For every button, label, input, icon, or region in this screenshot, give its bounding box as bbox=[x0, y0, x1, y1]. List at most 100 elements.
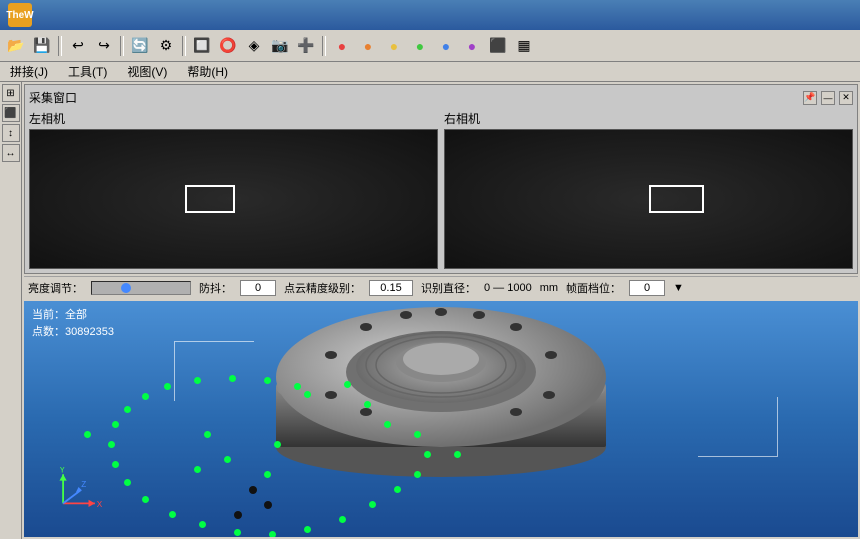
menubar: 拼接(J) 工具(T) 视图(V) 帮助(H) bbox=[0, 62, 860, 82]
marker-14 bbox=[199, 521, 206, 528]
svg-text:Y: Y bbox=[59, 467, 65, 474]
left-camera-selection-rect bbox=[185, 185, 235, 213]
app-logo: TheW bbox=[8, 3, 32, 27]
menu-help[interactable]: 帮助(H) bbox=[181, 62, 234, 81]
marker-7 bbox=[414, 471, 421, 478]
toolbar-box-btn[interactable]: 🔲 bbox=[190, 34, 214, 58]
toolbar-open-btn[interactable]: 📂 bbox=[4, 34, 28, 58]
panel-pin-btn[interactable]: 📌 bbox=[803, 91, 817, 105]
marker-31 bbox=[194, 466, 201, 473]
right-camera-selection-rect bbox=[649, 185, 704, 213]
marker-17 bbox=[124, 479, 131, 486]
toolbar-sep2 bbox=[120, 36, 124, 56]
marker-30 bbox=[224, 456, 231, 463]
panel-close-btn[interactable]: ✕ bbox=[839, 91, 853, 105]
marker-25 bbox=[229, 375, 236, 382]
menu-view[interactable]: 视图(V) bbox=[121, 62, 173, 81]
toolbar-circle-btn[interactable]: ⭕ bbox=[216, 34, 240, 58]
menu-tools[interactable]: 工具(T) bbox=[62, 62, 113, 81]
camera-panel-header: 采集窗口 📌 — ✕ bbox=[29, 89, 853, 106]
marker-20 bbox=[112, 421, 119, 428]
marker-5 bbox=[414, 431, 421, 438]
brightness-label: 亮度调节： bbox=[28, 280, 83, 296]
point-count: 点数：30892353 bbox=[32, 324, 114, 341]
title-bar: TheW bbox=[0, 0, 860, 30]
toolbar-solid-btn[interactable]: ⬛ bbox=[486, 34, 510, 58]
frame-input[interactable] bbox=[629, 280, 665, 296]
frame-guide-bottomright bbox=[698, 397, 778, 457]
left-camera-label: 左相机 bbox=[29, 110, 438, 127]
diameter-unit: mm bbox=[540, 282, 558, 294]
toolbar-refresh-btn[interactable]: 🔄 bbox=[128, 34, 152, 58]
toolbar-p5-btn[interactable]: ● bbox=[434, 34, 458, 58]
marker-16 bbox=[142, 496, 149, 503]
marker-12 bbox=[269, 531, 276, 537]
left-camera-image bbox=[29, 129, 438, 269]
toolbar-camera-btn[interactable]: 📷 bbox=[268, 34, 292, 58]
sidebar-btn4[interactable]: ↔ bbox=[2, 144, 20, 162]
marker-24 bbox=[194, 377, 201, 384]
frame-label: 帧面档位： bbox=[566, 280, 621, 296]
toolbar-add-btn[interactable]: ➕ bbox=[294, 34, 318, 58]
camera-panel-title: 采集窗口 bbox=[29, 89, 77, 106]
marker-18 bbox=[112, 461, 119, 468]
camera-panel: 采集窗口 📌 — ✕ 左相机 bbox=[24, 84, 858, 274]
antishake-input[interactable] bbox=[240, 280, 276, 296]
right-camera-image bbox=[444, 129, 853, 269]
toolbar-p6-btn[interactable]: ● bbox=[460, 34, 484, 58]
toolbar-sep1 bbox=[58, 36, 62, 56]
frame-dropdown-icon[interactable]: ▼ bbox=[673, 282, 684, 294]
toolbar-p4-btn[interactable]: ● bbox=[408, 34, 432, 58]
toolbar-p1-btn[interactable]: ● bbox=[330, 34, 354, 58]
marker-11 bbox=[304, 526, 311, 533]
marker-13 bbox=[234, 529, 241, 536]
marker-9 bbox=[369, 501, 376, 508]
marker-1 bbox=[344, 381, 351, 388]
sidebar-btn1[interactable]: ⊞ bbox=[2, 84, 20, 102]
toolbar-p2-btn[interactable]: ● bbox=[356, 34, 380, 58]
marker-2 bbox=[304, 391, 311, 398]
viewport-info: 当前：全部 点数：30892353 bbox=[32, 307, 114, 340]
toolbar-diamond-btn[interactable]: ◈ bbox=[242, 34, 266, 58]
toolbar-sep3 bbox=[182, 36, 186, 56]
marker-32 bbox=[264, 471, 271, 478]
marker-26 bbox=[264, 377, 271, 384]
antishake-label: 防抖： bbox=[199, 280, 232, 296]
toolbar-extra-btn[interactable]: ▦ bbox=[512, 34, 536, 58]
marker-8 bbox=[394, 486, 401, 493]
marker-21 bbox=[124, 406, 131, 413]
marker-10 bbox=[339, 516, 346, 523]
marker-15 bbox=[169, 511, 176, 518]
panel-minimize-btn[interactable]: — bbox=[821, 91, 835, 105]
cameras-row: 左相机 bbox=[29, 110, 853, 269]
marker-29 bbox=[274, 441, 281, 448]
marker-4 bbox=[384, 421, 391, 428]
sidebar-btn2[interactable]: ⬛ bbox=[2, 104, 20, 122]
diameter-range: 0 — 1000 bbox=[484, 282, 532, 294]
viewport-3d[interactable]: 当前：全部 点数：30892353 bbox=[24, 301, 858, 537]
toolbar-redo-btn[interactable]: ↪ bbox=[92, 34, 116, 58]
diameter-label: 识别直径： bbox=[421, 280, 476, 296]
right-camera-label: 右相机 bbox=[444, 110, 853, 127]
marker-22 bbox=[142, 393, 149, 400]
pointcloud-label: 点云精度级别： bbox=[284, 280, 361, 296]
main-container: ⊞ ⬛ ↕ ↔ 采集窗口 📌 — ✕ 左相机 bbox=[0, 82, 860, 539]
sidebar-btn3[interactable]: ↕ bbox=[2, 124, 20, 142]
svg-text:X: X bbox=[97, 500, 103, 509]
toolbar-p3-btn[interactable]: ● bbox=[382, 34, 406, 58]
toolbar-save-btn[interactable]: 💾 bbox=[30, 34, 54, 58]
controls-row: 亮度调节： 防抖： 点云精度级别： 识别直径： 0 — 1000 mm 帧面档位… bbox=[24, 276, 858, 299]
marker-27 bbox=[294, 383, 301, 390]
camera-panel-controls: 📌 — ✕ bbox=[803, 91, 853, 105]
menu-splice[interactable]: 拼接(J) bbox=[4, 62, 54, 81]
left-sidebar: ⊞ ⬛ ↕ ↔ bbox=[0, 82, 22, 539]
brightness-slider[interactable] bbox=[91, 281, 191, 295]
toolbar-sep4 bbox=[322, 36, 326, 56]
marker-33 bbox=[454, 451, 461, 458]
pointcloud-input[interactable] bbox=[369, 280, 413, 296]
3d-disc-svg bbox=[231, 301, 651, 487]
toolbar-undo-btn[interactable]: ↩ bbox=[66, 34, 90, 58]
axis-indicator-svg: X Y Z bbox=[54, 467, 104, 517]
toolbar-settings-btn[interactable]: ⚙ bbox=[154, 34, 178, 58]
marker-34 bbox=[84, 431, 91, 438]
